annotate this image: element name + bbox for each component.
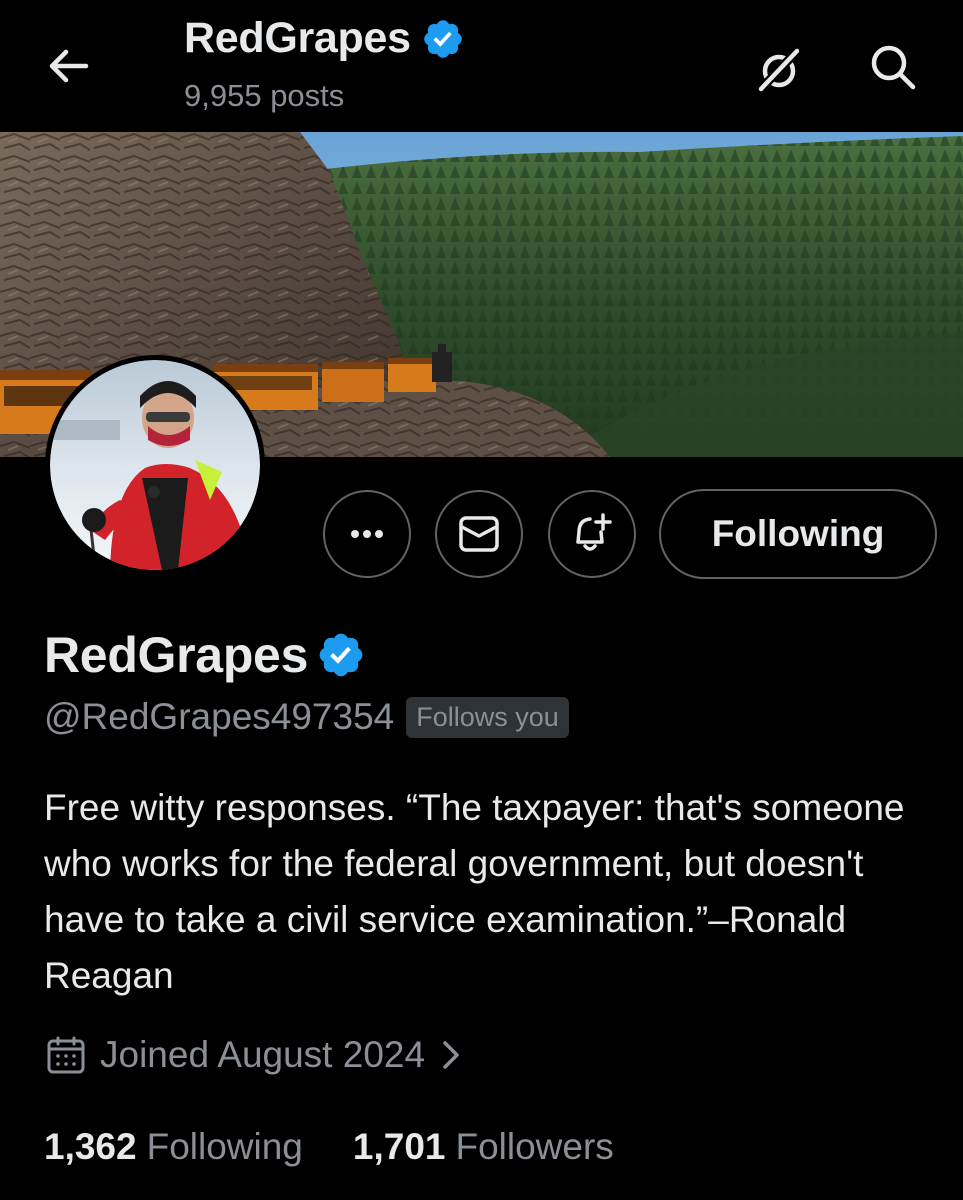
followers-label: Followers (455, 1126, 614, 1167)
avatar-image (50, 360, 260, 570)
posts-count: 9,955 posts (184, 78, 345, 113)
back-button[interactable] (44, 44, 92, 88)
grok-button[interactable] (754, 44, 804, 94)
top-bar: RedGrapes 9,955 posts (0, 0, 963, 132)
verified-badge-icon (319, 633, 363, 677)
profile-avatar[interactable] (45, 355, 265, 575)
message-button[interactable] (435, 490, 523, 578)
search-button[interactable] (866, 40, 920, 94)
more-options-button[interactable] (323, 490, 411, 578)
following-stat[interactable]: 1,362 Following (44, 1126, 303, 1168)
followers-stat[interactable]: 1,701 Followers (353, 1126, 614, 1168)
following-button[interactable]: Following (659, 489, 937, 579)
profile-handle: @RedGrapes497354 (44, 696, 395, 737)
grok-icon (756, 46, 802, 94)
followers-count: 1,701 (352, 1126, 446, 1167)
follows-you-badge: Follows you (406, 696, 569, 738)
bell-plus-icon (576, 513, 612, 551)
following-count: 1,362 (44, 1126, 137, 1167)
header-name: RedGrapes (184, 14, 411, 62)
display-name-text: RedGrapes (44, 627, 309, 683)
header-title: RedGrapes (184, 14, 465, 63)
chevron-right-icon (443, 1041, 459, 1069)
verified-badge-icon (423, 19, 462, 58)
notifications-button[interactable] (548, 490, 636, 578)
joined-text: Joined August 2024 (100, 1034, 426, 1075)
following-label: Following (146, 1126, 303, 1167)
mail-icon (459, 516, 499, 552)
follow-stats: 1,362 Following 1,701 Followers (44, 1126, 614, 1168)
handle-row: @RedGrapes497354 Follows you (44, 696, 569, 738)
more-icon (351, 530, 383, 538)
profile-name: RedGrapes (44, 626, 366, 684)
joined-date[interactable]: Joined August 2024 (46, 1034, 465, 1076)
arrow-left-icon (49, 49, 89, 83)
calendar-icon (47, 1036, 85, 1074)
profile-bio: Free witty responses. “The taxpayer: tha… (44, 787, 905, 996)
search-icon (871, 45, 916, 90)
